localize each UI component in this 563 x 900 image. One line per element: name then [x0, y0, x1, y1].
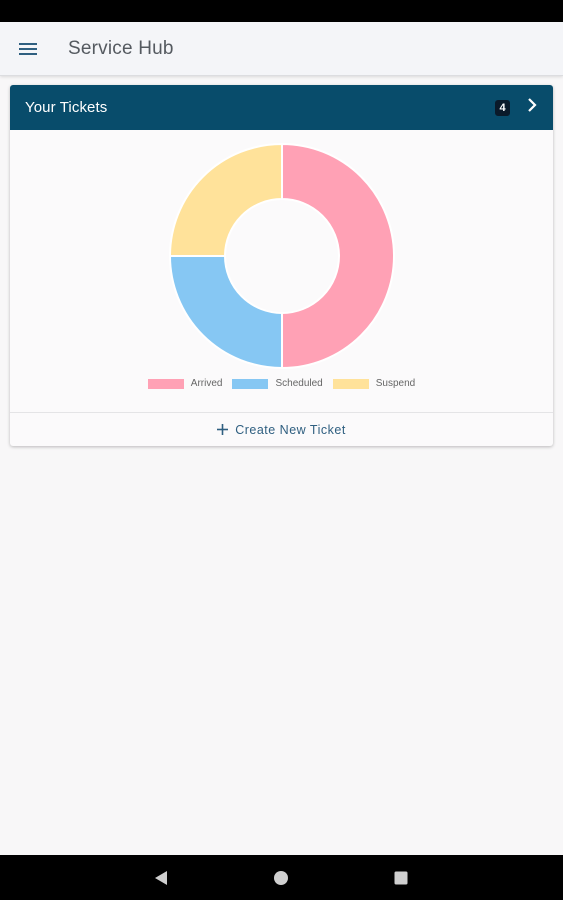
hamburger-menu-icon[interactable] — [15, 36, 41, 62]
tickets-card: Your Tickets 4 Arrived Scheduled Suspend C… — [10, 85, 553, 446]
recents-square-icon[interactable] — [392, 869, 410, 887]
ticket-count-badge: 4 — [495, 99, 510, 116]
create-ticket-content: Create New Ticket — [217, 423, 346, 437]
tickets-chart: Arrived Scheduled Suspend — [10, 130, 553, 412]
chart-legend: Arrived Scheduled Suspend — [10, 378, 553, 389]
system-nav-bar — [0, 855, 563, 900]
legend-label: Suspend — [375, 378, 416, 389]
slice-arrived[interactable] — [281, 142, 395, 370]
legend-label: Arrived — [190, 378, 223, 389]
home-circle-icon[interactable] — [272, 869, 290, 887]
tickets-doughnut-chart — [168, 142, 395, 370]
create-ticket-button[interactable]: Create New Ticket — [10, 412, 553, 446]
legend-item-arrived[interactable]: Arrived — [147, 378, 223, 389]
legend-swatch — [332, 378, 369, 389]
legend-swatch — [147, 378, 184, 389]
app-title: Service Hub — [68, 37, 174, 59]
chevron-right-icon[interactable] — [527, 97, 537, 118]
slice-suspend[interactable] — [168, 142, 283, 257]
tickets-card-header[interactable]: Your Tickets 4 — [10, 85, 553, 130]
app-bar: Service Hub — [0, 22, 563, 76]
back-triangle-icon[interactable] — [152, 869, 170, 887]
status-bar — [0, 0, 563, 22]
legend-swatch — [232, 378, 269, 389]
create-ticket-label: Create New Ticket — [235, 422, 346, 437]
tickets-card-title: Your Tickets — [25, 99, 108, 116]
legend-label: Scheduled — [275, 378, 323, 389]
header-right: 4 — [495, 97, 537, 118]
legend-item-suspend[interactable]: Suspend — [332, 378, 416, 389]
slice-scheduled[interactable] — [168, 255, 283, 370]
plus-icon — [217, 424, 229, 435]
legend-item-scheduled[interactable]: Scheduled — [232, 378, 323, 389]
